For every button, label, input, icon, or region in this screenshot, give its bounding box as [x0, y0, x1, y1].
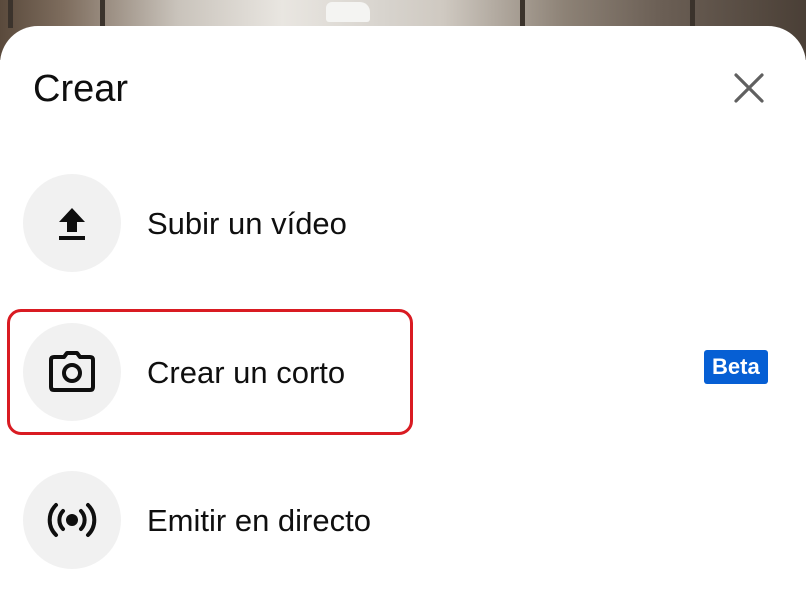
background-post	[520, 0, 525, 28]
create-short-label: Crear un corto	[147, 355, 346, 390]
close-button[interactable]	[725, 64, 773, 112]
camera-icon	[49, 351, 95, 392]
background-post	[100, 0, 105, 28]
close-icon	[734, 73, 764, 103]
upload-icon-circle	[23, 174, 121, 272]
upload-icon	[59, 208, 85, 240]
go-live-label: Emitir en directo	[147, 503, 371, 538]
upload-video-option[interactable]: Subir un vídeo	[0, 174, 806, 274]
background-car	[326, 2, 370, 22]
upload-video-label: Subir un vídeo	[147, 206, 347, 241]
background-post	[8, 0, 13, 28]
sheet-title: Crear	[33, 68, 129, 110]
beta-badge: Beta	[704, 350, 768, 384]
create-short-option[interactable]: Crear un corto Beta	[0, 323, 806, 423]
live-icon-circle	[23, 471, 121, 569]
camera-icon-circle	[23, 323, 121, 421]
go-live-option[interactable]: Emitir en directo	[0, 471, 806, 571]
live-broadcast-icon	[47, 503, 97, 537]
background-post	[690, 0, 695, 28]
